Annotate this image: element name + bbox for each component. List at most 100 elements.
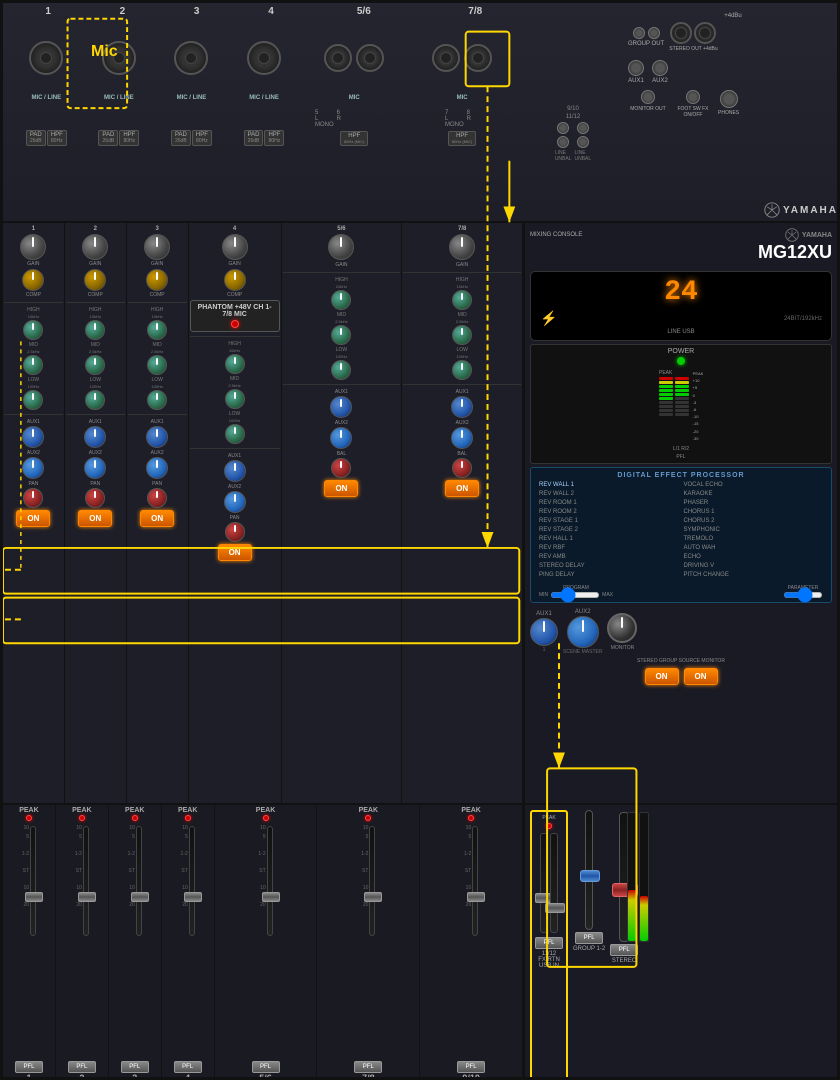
pfl-button-78[interactable]: PFL [354,1061,382,1073]
fader-handle-910[interactable] [467,892,485,902]
comp-knob-4[interactable] [224,269,246,291]
footsw-jack[interactable] [686,90,700,104]
group-out-r[interactable] [648,27,660,39]
effect-karaoke[interactable]: KARAOKE [682,490,826,498]
on-button-3[interactable]: ON [140,510,174,527]
xlr-ch4[interactable] [229,41,300,75]
pan-knob-4[interactable] [225,522,245,542]
pfl-button-3[interactable]: PFL [121,1061,149,1073]
effect-driving-v[interactable]: DRIVING V [682,562,826,570]
mid-knob-3[interactable] [147,355,167,375]
bal-knob-78[interactable] [452,458,472,478]
line-input-11r[interactable] [577,136,589,148]
effect-ping-delay[interactable]: PING DELAY [537,571,681,579]
hpf-btn-4[interactable]: HPF80Hz [264,130,284,146]
pad-btn-2[interactable]: PAD26dB [98,130,118,146]
group-out-l[interactable] [633,27,645,39]
pad-btn-3[interactable]: PAD26dB [171,130,191,146]
hpf-btn-1[interactable]: HPF80Hz [47,130,67,146]
group12-fader-handle[interactable] [580,870,600,882]
line-input-9l[interactable] [557,122,569,134]
high-knob-78[interactable] [452,290,472,310]
pan-knob-3[interactable] [147,488,167,508]
high-knob-1[interactable] [23,320,43,340]
pfl-button-910[interactable]: PFL [457,1061,485,1073]
effect-rev-hall1[interactable]: REV HALL 1 [537,535,681,543]
aux2-knob-3[interactable] [146,457,168,479]
stereo-out-l-xlr[interactable] [670,22,692,44]
on-button-1[interactable]: ON [16,510,50,527]
low-knob-3[interactable] [147,390,167,410]
monitor-out-jack[interactable] [641,90,655,104]
xlr-ch3[interactable] [156,41,227,75]
effect-rev-wall2[interactable]: REV WALL 2 [537,490,681,498]
monitor-knob[interactable] [607,613,637,643]
pfl-button-group12[interactable]: PFL [575,932,603,944]
pfl-button-56[interactable]: PFL [252,1061,280,1073]
gain-knob-2[interactable] [82,234,108,260]
high-knob-2[interactable] [85,320,105,340]
comp-knob-1[interactable] [22,269,44,291]
pad-btn-4[interactable]: PAD26dB [244,130,264,146]
gain-knob-78[interactable] [449,234,475,260]
on-button-2[interactable]: ON [78,510,112,527]
aux2-knob-56[interactable] [330,427,352,449]
on-button-right-1[interactable]: ON [645,668,679,685]
effect-tremolo[interactable]: TREMOLO [682,535,826,543]
aux2-knob-2[interactable] [84,457,106,479]
effect-auto-wah[interactable]: AUTO WAH [682,544,826,552]
pan-knob-1[interactable] [23,488,43,508]
effect-stereo-delay[interactable]: STEREO DELAY [537,562,681,570]
fader-handle-1[interactable] [25,892,43,902]
effect-rev-stage1[interactable]: REV STAGE 1 [537,517,681,525]
on-button-right-2[interactable]: ON [684,668,718,685]
fader-handle-fxrtn[interactable] [545,903,565,913]
pfl-button-4[interactable]: PFL [174,1061,202,1073]
effect-symphonic[interactable]: SYMPHONIC [682,526,826,534]
aux2-knob-78[interactable] [451,427,473,449]
mid-knob-78[interactable] [452,325,472,345]
gain-knob-3[interactable] [144,234,170,260]
low-knob-78[interactable] [452,360,472,380]
comp-knob-3[interactable] [146,269,168,291]
hpf-btn-78[interactable]: HPF80Hz (MIC) [448,131,476,146]
mid-knob-56[interactable] [331,325,351,345]
gain-knob-56[interactable] [328,234,354,260]
aux2-knob-1[interactable] [22,457,44,479]
aux2-out-jack[interactable] [652,60,668,76]
line-input-11l[interactable] [577,122,589,134]
on-button-4[interactable]: ON [218,544,252,561]
bal-knob-56[interactable] [331,458,351,478]
pfl-button-fxrtn[interactable]: PFL [535,937,563,949]
on-button-56[interactable]: ON [324,480,358,497]
xlr-ch1[interactable] [11,41,82,75]
aux1-knob-78[interactable] [451,396,473,418]
aux1-master-knob[interactable] [530,618,558,646]
low-knob-56[interactable] [331,360,351,380]
aux2-knob-4[interactable] [224,491,246,513]
effect-rev-rbf[interactable]: REV RBF [537,544,681,552]
comp-knob-2[interactable] [84,269,106,291]
fader-handle-78[interactable] [364,892,382,902]
effect-phaser[interactable]: PHASER [682,499,826,507]
pan-knob-2[interactable] [85,488,105,508]
effect-rev-amb[interactable]: REV AMB [537,553,681,561]
line-input-9r[interactable] [557,136,569,148]
phones-jack[interactable] [720,90,738,108]
effect-pitch-change[interactable]: PITCH CHANGE [682,571,826,579]
hpf-btn-3[interactable]: HPF80Hz [192,130,212,146]
aux1-knob-3[interactable] [146,426,168,448]
fader-handle-3[interactable] [131,892,149,902]
high-knob-56[interactable] [331,290,351,310]
effect-chorus1[interactable]: CHORUS 1 [682,508,826,516]
hpf-btn-2[interactable]: HPF80Hz [119,130,139,146]
effect-rev-wall1[interactable]: REV WALL 1 [537,481,681,489]
pfl-button-2[interactable]: PFL [68,1061,96,1073]
aux1-knob-4[interactable] [224,460,246,482]
parameter-slider[interactable] [783,592,823,598]
mid-knob-4[interactable] [225,389,245,409]
effect-echo[interactable]: ECHO [682,553,826,561]
fader-handle-4[interactable] [184,892,202,902]
mid-knob-1[interactable] [23,355,43,375]
fader-handle-2[interactable] [78,892,96,902]
